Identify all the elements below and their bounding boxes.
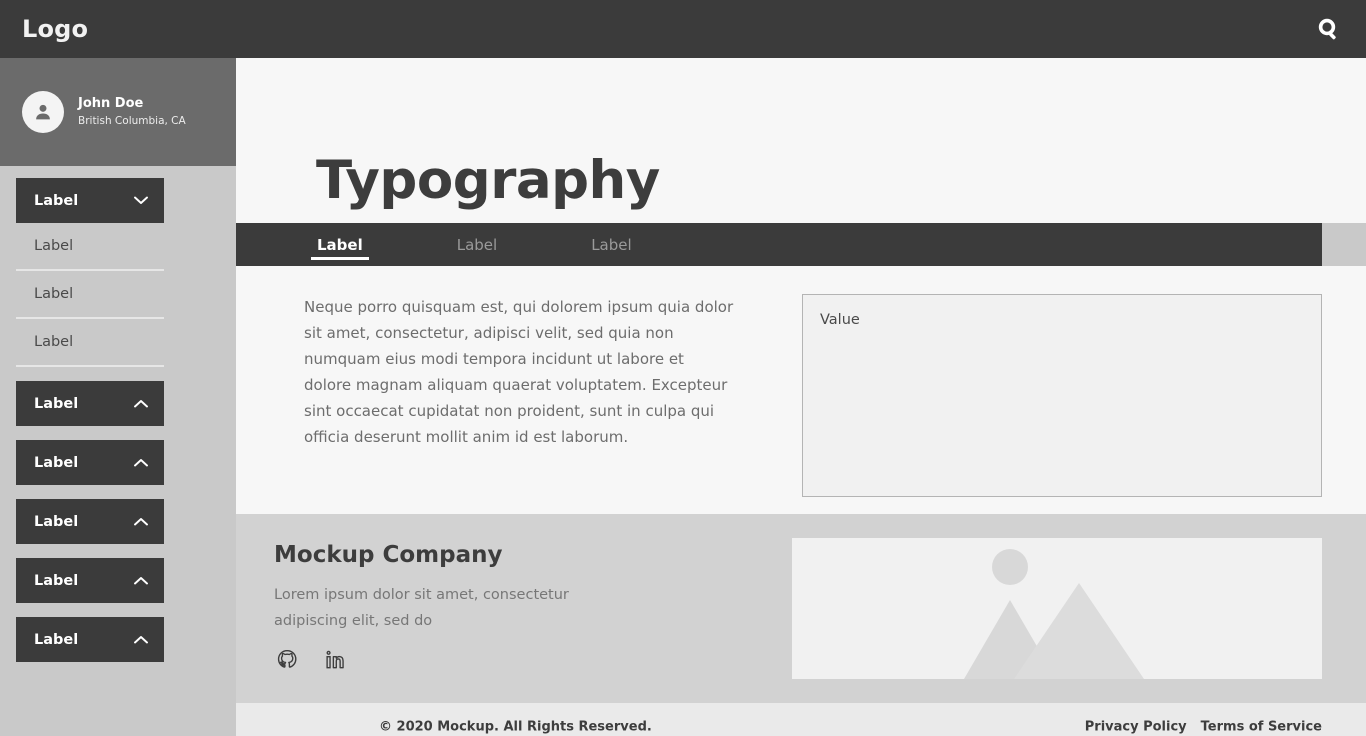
tab-1[interactable]: Label bbox=[311, 223, 369, 266]
sidebar-menu-item-1[interactable]: Label bbox=[16, 178, 164, 223]
sidebar-menu-item-5[interactable]: Label bbox=[16, 558, 164, 603]
sidebar-menu-item-4-label: Label bbox=[34, 513, 79, 530]
chevron-down-icon bbox=[134, 196, 148, 204]
sidebar-menu-item-6[interactable]: Label bbox=[16, 617, 164, 662]
search-icon bbox=[1318, 18, 1336, 40]
chevron-up-icon bbox=[134, 459, 148, 467]
company-name: Mockup Company bbox=[274, 542, 503, 568]
linkedin-link[interactable] bbox=[324, 649, 346, 675]
social-links bbox=[276, 649, 346, 675]
sidebar-menu: Label Label Label Label Label Label Labe… bbox=[0, 166, 236, 662]
value-textarea[interactable]: Value bbox=[802, 294, 1322, 497]
copyright-text: © 2020 Mockup. All Rights Reserved. bbox=[379, 719, 652, 734]
tab-bar: Label Label Label bbox=[236, 223, 1322, 266]
company-description: Lorem ipsum dolor sit amet, consectetur … bbox=[274, 587, 569, 629]
sidebar-menu-item-4[interactable]: Label bbox=[16, 499, 164, 544]
hero-section: Typography bbox=[236, 58, 1366, 223]
main-content: Typography Label Label Label Neque porro… bbox=[236, 58, 1366, 736]
chevron-up-icon bbox=[134, 518, 148, 526]
image-placeholder bbox=[792, 538, 1322, 679]
profile-text: John Doe British Columbia, CA bbox=[78, 96, 186, 128]
page-title: Typography bbox=[316, 150, 660, 211]
tab-1-label: Label bbox=[317, 235, 363, 254]
value-text: Value bbox=[820, 312, 860, 328]
sidebar-submenu-item-2-label: Label bbox=[34, 286, 74, 302]
tab-3[interactable]: Label bbox=[585, 223, 637, 266]
sidebar-submenu-item-3[interactable]: Label bbox=[16, 319, 164, 367]
avatar bbox=[22, 91, 64, 133]
tab-3-label: Label bbox=[591, 235, 632, 254]
privacy-policy-link[interactable]: Privacy Policy bbox=[1085, 719, 1187, 734]
profile-location: British Columbia, CA bbox=[78, 115, 186, 128]
content-section: Neque porro quisquam est, qui dolorem ip… bbox=[236, 266, 1366, 514]
app-root: Logo John Doe British Columbia, CA Label… bbox=[0, 0, 1366, 736]
sidebar-submenu-item-2[interactable]: Label bbox=[16, 271, 164, 319]
user-profile[interactable]: John Doe British Columbia, CA bbox=[0, 58, 236, 166]
sidebar-menu-item-2-label: Label bbox=[34, 395, 79, 412]
chevron-up-icon bbox=[134, 577, 148, 585]
footer-bar: © 2020 Mockup. All Rights Reserved. Priv… bbox=[236, 703, 1366, 736]
logo[interactable]: Logo bbox=[22, 15, 88, 43]
user-avatar-icon bbox=[36, 104, 50, 120]
body-paragraph: Neque porro quisquam est, qui dolorem ip… bbox=[304, 298, 734, 446]
footer-links: Privacy Policy Terms of Service bbox=[1085, 719, 1322, 734]
sidebar-submenu-item-1[interactable]: Label bbox=[16, 223, 164, 271]
top-header: Logo bbox=[0, 0, 1366, 58]
chevron-up-icon bbox=[134, 400, 148, 408]
sidebar-menu-item-2[interactable]: Label bbox=[16, 381, 164, 426]
terms-of-service-link[interactable]: Terms of Service bbox=[1201, 719, 1322, 734]
sidebar-menu-item-3-label: Label bbox=[34, 454, 79, 471]
footer-main: Mockup Company Lorem ipsum dolor sit ame… bbox=[236, 514, 1366, 703]
sidebar: John Doe British Columbia, CA Label Labe… bbox=[0, 58, 236, 736]
tab-2[interactable]: Label bbox=[451, 223, 503, 266]
image-placeholder-icon bbox=[964, 549, 1144, 679]
sidebar-submenu-item-3-label: Label bbox=[34, 334, 74, 350]
sidebar-submenu-item-1-label: Label bbox=[34, 238, 74, 254]
github-link[interactable] bbox=[276, 649, 298, 675]
chevron-up-icon bbox=[134, 636, 148, 644]
sidebar-menu-item-3[interactable]: Label bbox=[16, 440, 164, 485]
github-icon bbox=[277, 649, 297, 668]
profile-name: John Doe bbox=[78, 95, 144, 111]
sidebar-menu-item-5-label: Label bbox=[34, 572, 79, 589]
linkedin-icon bbox=[326, 650, 344, 669]
search-button[interactable] bbox=[1314, 14, 1344, 44]
sidebar-menu-item-1-label: Label bbox=[34, 192, 79, 209]
tab-2-label: Label bbox=[456, 235, 498, 254]
sidebar-menu-item-6-label: Label bbox=[34, 631, 79, 648]
